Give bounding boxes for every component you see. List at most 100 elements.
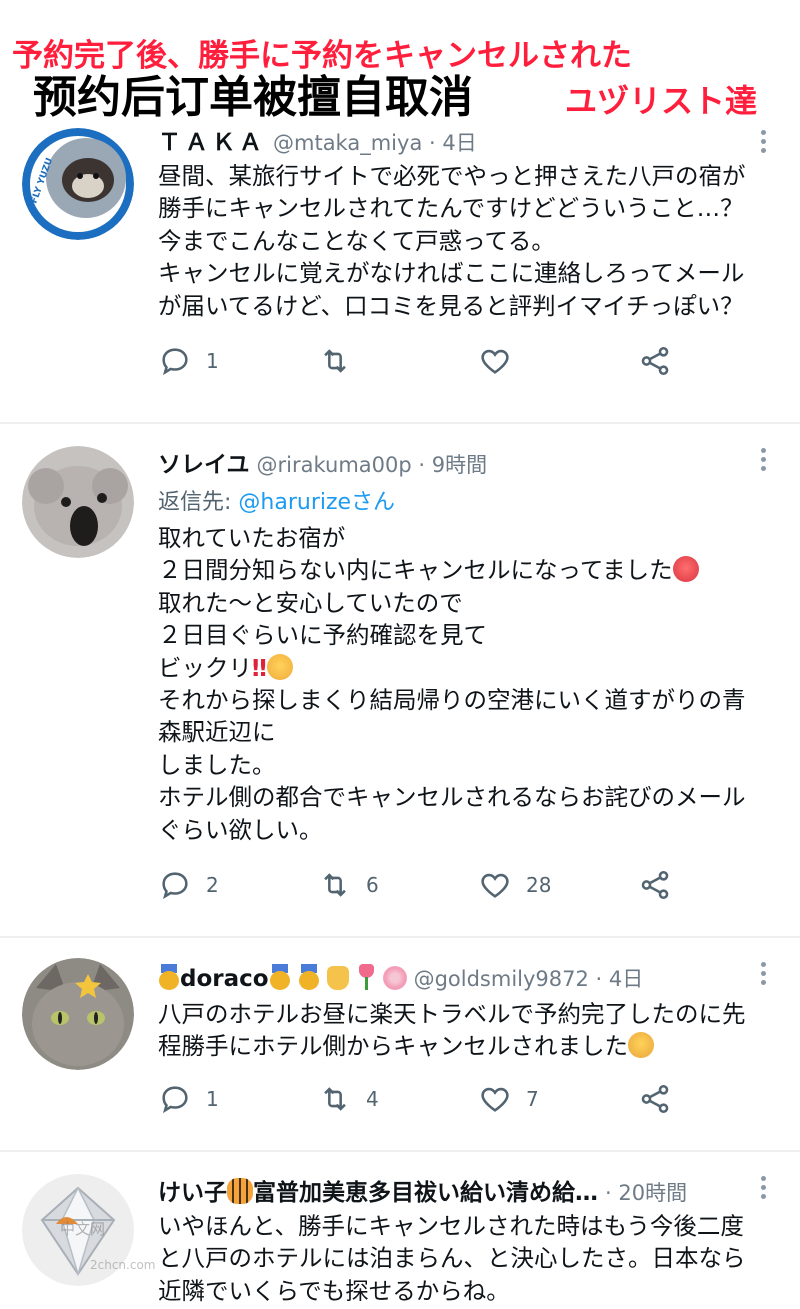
tweet-line: それから探しまくり結局帰りの空港にいく道すがりの青 [158,686,746,715]
avatar[interactable]: FLY YUZU [22,128,134,240]
share-button[interactable] [638,1082,672,1116]
display-name-suffix[interactable]: 富普加美恵多目祓い給い清め給… [253,1180,598,1206]
tweet-line: 取れていたお宿が [158,524,346,552]
tweet-line: と八戸のホテルには泊まらん、と決心したさ。日本なら [158,1244,746,1273]
tweet-line: ビックリ [158,653,252,682]
retweet-icon [324,873,346,897]
reply-to-handle[interactable]: @harurizeさん [238,490,395,515]
like-button[interactable]: 7 [478,1082,539,1116]
raised-hands-emoji-icon [326,966,349,990]
action-bar: 1 4 7 [158,1082,718,1122]
banner-chinese-title: 预约后订单被擅自取消 [33,72,473,123]
retweet-button[interactable]: 4 [318,1082,379,1116]
tweet-header: ソレイユ @rirakuma00p · 9時間 [158,450,487,481]
avatar[interactable] [22,446,134,558]
tweet-line: ２日目ぐらいに予約確認を見て [158,621,487,650]
handle-and-time[interactable]: @rirakuma00p · 9時間 [257,453,488,477]
like-icon [481,873,509,898]
reply-button[interactable]: 1 [158,1082,219,1116]
share-icon [641,870,669,900]
sad-face-emoji-icon [628,1032,654,1059]
reply-button[interactable]: 1 [158,344,219,378]
tweet-line: 勝手にキャンセルされてたんですけどどういうこと…？ [158,194,744,223]
tweet-2[interactable]: ソレイユ @rirakuma00p · 9時間 返信先: @harurizeさん… [0,424,800,934]
double-exclamation-icon: ‼ [252,653,267,682]
retweet-count: 4 [366,1087,379,1111]
reply-icon [162,348,188,376]
reply-icon [162,1086,188,1114]
retweet-count: 6 [366,873,379,897]
watermark-url: 2chcn.com [90,1258,156,1272]
reply-button[interactable]: 2 [158,868,219,902]
action-bar: 1 [158,344,718,384]
tweet-line: しました。 [158,750,276,779]
medal-emoji-icon [269,964,291,990]
tweet-text: 八戸のホテルお昼に楽天トラベルで予約完了したのに先 程勝手にホテル側からキャンセ… [158,998,778,1063]
tweet-line: ホテル側の都合でキャンセルされるならお詫びのメール [158,783,746,812]
like-button[interactable]: 28 [478,868,551,902]
display-name[interactable]: けい子 [158,1180,227,1206]
tweet-line: 近隣でいくらでも探せるからね。 [158,1276,510,1305]
tweet-text: 取れていたお宿が ２日間分知らない内にキャンセルになってました 取れた〜と安心し… [158,522,778,846]
retweet-icon [324,1087,346,1111]
reply-to: 返信先: @harurizeさん [158,484,395,516]
reply-to-label: 返信先: [158,490,239,515]
like-count: 28 [526,873,552,897]
tweet-line: 昼間、某旅行サイトで必死でやっと押さえた八戸の宿が [158,162,746,190]
like-button[interactable] [478,344,526,378]
retweet-icon [324,349,346,373]
medal-emoji-icon [298,964,320,990]
display-name[interactable]: ＴＡＫＡ [158,130,266,156]
tweet-header: ＴＡＫＡ @mtaka_miya · 4日 [158,128,477,159]
tweet-3[interactable]: doraco @goldsmily9872 · 4日 八戸のホテルお昼に楽天トラ… [0,938,800,1148]
handle-and-time[interactable]: · 20時間 [605,1181,687,1205]
tweet-4[interactable]: けい子 富普加美恵多目祓い給い清め給… · 20時間 いやほんと、勝手にキャンセル… [0,1152,800,1309]
handle-and-time[interactable]: @goldsmily9872 · 4日 [414,967,644,991]
tweet-line: が届いてるけど、口コミを見ると評判イマイチっぽい？ [158,291,744,320]
tiger-emoji-icon [227,1178,253,1204]
tweet-line: キャンセルに覚えがなければここに連絡しろってメール [158,259,745,288]
tweet-text: いやほんと、勝手にキャンセルされた時はもう今後二度 と八戸のホテルには泊まらん、… [158,1210,778,1307]
reply-count: 1 [206,349,219,373]
tweet-1[interactable]: FLY YUZU ＴＡＫＡ @mtaka_miya · 4日 昼間、某旅行サイト… [0,118,800,420]
share-button[interactable] [638,868,672,902]
share-button[interactable] [638,344,672,378]
reply-count: 1 [206,1087,219,1111]
hot-face-emoji-icon [672,556,699,583]
tulip-emoji-icon [356,964,376,990]
like-count: 7 [526,1087,539,1111]
tweet-line: 森駅近辺に [158,718,276,747]
watermark: 中文网 [60,1220,106,1238]
like-icon [481,1087,509,1112]
retweet-button[interactable]: 6 [318,868,379,902]
tweet-line: 程勝手にホテル側からキャンセルされました [158,1032,628,1061]
tweet-line: 今までこんなことなくて戸惑ってる。 [158,226,555,255]
share-icon [641,1084,669,1114]
handle-and-time[interactable]: @mtaka_miya · 4日 [273,131,477,155]
more-icon[interactable] [759,130,767,153]
tweet-header: けい子 富普加美恵多目祓い給い清め給… · 20時間 [158,1178,687,1209]
banner-japanese-title: 予約完了後、勝手に予約をキャンセルされた [12,38,632,74]
more-icon[interactable] [759,448,767,471]
display-name[interactable]: ソレイユ [158,452,250,478]
more-icon[interactable] [759,1176,767,1199]
tweet-line: 取れた〜と安心していたので [158,588,463,617]
tweet-line: 八戸のホテルお昼に楽天トラベルで予約完了したのに先 [158,1000,746,1028]
cherry-blossom-emoji-icon [382,966,407,990]
like-icon [481,349,509,374]
retweet-button[interactable] [318,344,366,378]
reply-icon [162,872,188,900]
banner-japanese-subtitle: ユヅリスト達 [565,82,758,120]
medal-emoji-icon [158,964,180,990]
reply-count: 2 [206,873,219,897]
tweet-line: ２日間分知らない内にキャンセルになってました [158,556,673,585]
tweet-text: 昼間、某旅行サイトで必死でやっと押さえた八戸の宿が 勝手にキャンセルされてたんで… [158,160,778,322]
avatar[interactable] [22,958,134,1070]
display-name[interactable]: doraco [180,966,269,992]
share-icon [641,346,669,376]
tweet-header: doraco @goldsmily9872 · 4日 [158,964,643,995]
more-icon[interactable] [759,962,767,985]
header-banner: 予約完了後、勝手に予約をキャンセルされた 预约后订单被擅自取消 ユヅリスト達 [0,0,800,122]
crying-face-emoji-icon [266,653,293,680]
tweet-line: ぐらい欲しい。 [158,815,323,844]
